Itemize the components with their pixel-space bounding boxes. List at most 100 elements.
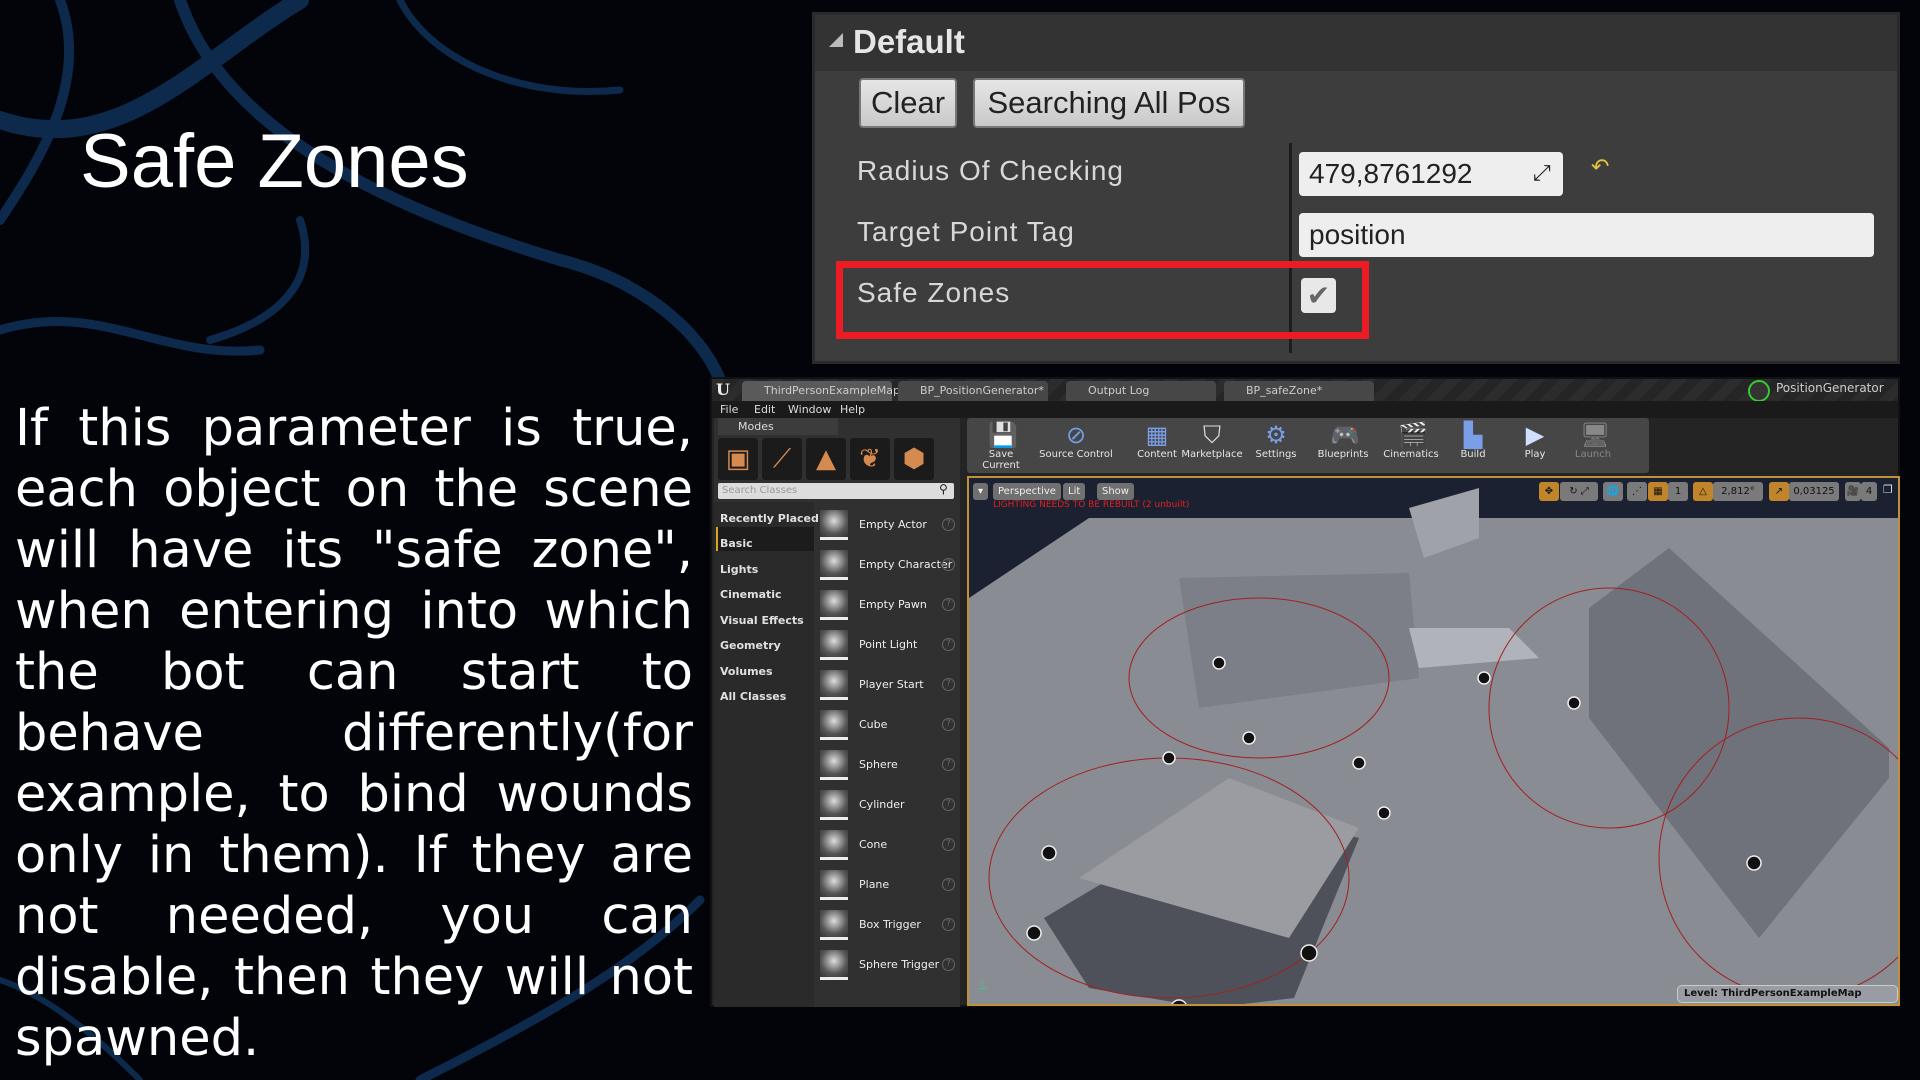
blueprints-icon: 🎮 <box>1330 421 1360 449</box>
tab-bar: U ThirdPersonExampleMap* BP_PositionGene… <box>712 379 1898 402</box>
place-mode-icon[interactable]: ▣ <box>718 438 758 480</box>
category-volumes[interactable]: Volumes <box>720 665 773 678</box>
play-button[interactable]: ▶ Play <box>1515 421 1555 471</box>
list-item[interactable]: Empty Character? <box>817 546 957 584</box>
list-item[interactable]: Player Start? <box>817 666 957 704</box>
help-icon[interactable]: ? <box>942 758 955 771</box>
project-name: PositionGenerator <box>1776 381 1884 395</box>
list-item[interactable]: Cone? <box>817 826 957 864</box>
world-local-icon[interactable]: 🌐 <box>1603 482 1623 501</box>
target-point-tag-input[interactable]: position <box>1299 213 1874 257</box>
tab-output-log[interactable]: Output Log <box>1066 381 1216 401</box>
category-cinematic[interactable]: Cinematic <box>720 588 782 601</box>
launch-button[interactable]: 🖥 Launch <box>1571 421 1615 471</box>
reset-to-default-icon[interactable]: ↶ <box>1591 155 1609 180</box>
help-icon[interactable]: ? <box>942 918 955 931</box>
menu-edit[interactable]: Edit <box>754 403 775 416</box>
menu-file[interactable]: File <box>720 403 738 416</box>
rotate-scale-tool-icon[interactable]: ↻ ⤢ <box>1560 482 1598 501</box>
unreal-editor-window: U ThirdPersonExampleMap* BP_PositionGene… <box>710 377 1900 1007</box>
show-button[interactable]: Show <box>1097 483 1134 500</box>
grid-snap-value[interactable]: 1 <box>1668 482 1688 501</box>
lit-button[interactable]: Lit <box>1063 483 1086 500</box>
list-item[interactable]: Box Trigger? <box>817 906 957 944</box>
content-button[interactable]: ▦ Content <box>1135 421 1179 471</box>
maximize-viewport-icon[interactable]: ❐ <box>1883 483 1893 496</box>
category-basic[interactable]: Basic <box>720 537 753 550</box>
highlight-box <box>836 261 1369 339</box>
help-icon[interactable]: ? <box>942 638 955 651</box>
list-item[interactable]: Empty Actor? <box>817 506 957 544</box>
help-icon[interactable]: ? <box>942 718 955 731</box>
help-icon[interactable]: ? <box>942 838 955 851</box>
scene-render <box>969 478 1898 1004</box>
cylinder-icon <box>820 790 848 820</box>
play-icon: ▶ <box>1525 421 1545 449</box>
category-geometry[interactable]: Geometry <box>720 639 781 652</box>
sphere-icon <box>820 750 848 780</box>
collapse-arrow-icon[interactable] <box>829 33 843 47</box>
grid-snap-icon[interactable]: ▦ <box>1648 482 1668 501</box>
cinematics-button[interactable]: 🎬 Cinematics <box>1381 421 1441 471</box>
searching-all-pos-button[interactable]: Searching All Pos <box>973 78 1245 128</box>
geometry-mode-icon[interactable]: ⬢ <box>894 438 934 480</box>
modes-tab[interactable]: Modes <box>718 418 838 435</box>
build-button[interactable]: ▙ Build <box>1453 421 1493 471</box>
paint-mode-icon[interactable]: ⟋ <box>762 438 802 480</box>
tab-thirdpersonexamplemap[interactable]: ThirdPersonExampleMap* <box>742 381 905 401</box>
category-lights[interactable]: Lights <box>720 563 758 576</box>
help-icon[interactable]: ? <box>942 958 955 971</box>
menu-window[interactable]: Window <box>788 403 831 416</box>
category-all-classes[interactable]: All Classes <box>720 690 786 703</box>
camera-speed-value[interactable]: 4 <box>1861 482 1877 501</box>
unreal-logo-icon[interactable]: U <box>716 380 730 399</box>
landscape-mode-icon[interactable]: ▲ <box>806 438 846 480</box>
list-item[interactable]: Sphere Trigger? <box>817 946 957 984</box>
marketplace-button[interactable]: ⛉ Marketplace <box>1181 421 1243 471</box>
box-trigger-icon <box>820 910 848 940</box>
target-point-tag-label: Target Point Tag <box>857 216 1075 247</box>
save-current-button[interactable]: 💾 Save Current <box>971 421 1031 471</box>
translate-tool-icon[interactable]: ✥ <box>1539 482 1559 501</box>
help-icon[interactable]: ? <box>942 558 955 571</box>
help-icon[interactable]: ? <box>942 798 955 811</box>
help-icon[interactable]: ? <box>942 878 955 891</box>
blueprints-button[interactable]: 🎮 Blueprints <box>1313 421 1373 471</box>
list-item[interactable]: Plane? <box>817 866 957 904</box>
drag-arrows-icon[interactable]: ⤢ <box>1533 161 1551 186</box>
radius-of-checking-input[interactable]: 479,8761292 <box>1299 152 1563 196</box>
scale-snap-icon[interactable]: ↗ <box>1769 482 1789 501</box>
perspective-button[interactable]: Perspective <box>993 483 1061 500</box>
scale-snap-value[interactable]: 0,03125 <box>1789 482 1839 501</box>
tab-bp-safezone[interactable]: BP_safeZone* <box>1224 381 1374 401</box>
source-control-button[interactable]: ⊘ Source Control <box>1037 421 1115 471</box>
menu-bar: File Edit Window Help <box>712 401 1898 418</box>
foliage-mode-icon[interactable]: ❦ <box>850 438 890 480</box>
gear-icon: ⚙ <box>1265 421 1287 449</box>
list-item[interactable]: Cylinder? <box>817 786 957 824</box>
section-header[interactable]: Default <box>815 15 1897 71</box>
viewport-options-dropdown[interactable]: ▾ <box>973 483 988 500</box>
search-classes-input[interactable]: Search Classes <box>718 483 954 499</box>
settings-button[interactable]: ⚙ Settings <box>1251 421 1301 471</box>
level-viewport[interactable]: ▾ Perspective Lit Show LIGHTING NEEDS TO… <box>967 476 1900 1006</box>
category-recently-placed[interactable]: Recently Placed <box>720 512 819 525</box>
slide-title: Safe Zones <box>80 119 469 204</box>
rotation-snap-value[interactable]: 2,812° <box>1713 482 1763 501</box>
list-item[interactable]: Sphere? <box>817 746 957 784</box>
clear-button[interactable]: Clear <box>859 78 957 128</box>
rotation-snap-icon[interactable]: △ <box>1693 482 1713 501</box>
camera-speed-icon[interactable]: 🎥 <box>1845 482 1861 501</box>
help-icon[interactable]: ? <box>942 518 955 531</box>
tab-bp-positiongenerator[interactable]: BP_PositionGenerator* <box>898 381 1048 401</box>
build-icon: ▙ <box>1463 421 1483 449</box>
category-visual-effects[interactable]: Visual Effects <box>720 614 804 627</box>
surface-snap-icon[interactable]: ⋰ <box>1627 482 1647 501</box>
list-item[interactable]: Empty Pawn? <box>817 586 957 624</box>
cone-icon <box>820 830 848 860</box>
help-icon[interactable]: ? <box>942 598 955 611</box>
menu-help[interactable]: Help <box>840 403 865 416</box>
list-item[interactable]: Cube? <box>817 706 957 744</box>
list-item[interactable]: Point Light? <box>817 626 957 664</box>
help-icon[interactable]: ? <box>942 678 955 691</box>
